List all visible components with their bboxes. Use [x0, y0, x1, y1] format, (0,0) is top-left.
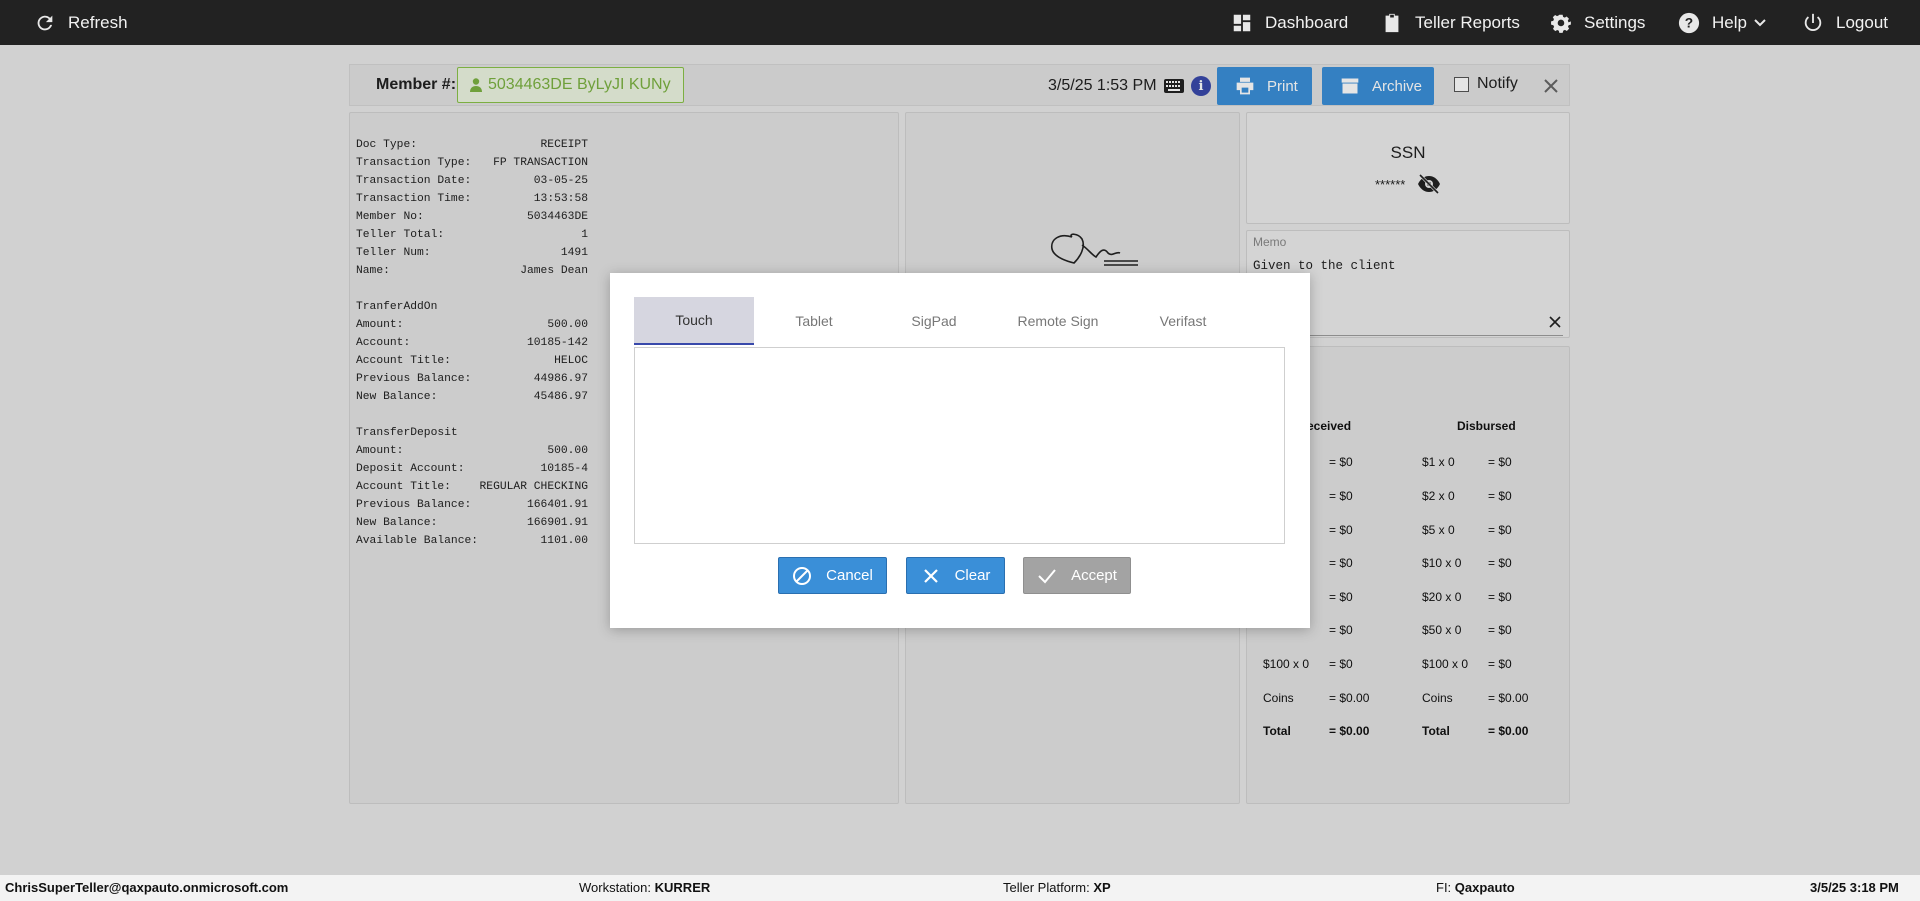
logout-nav[interactable]: Logout — [1802, 0, 1888, 45]
clipboard-icon — [1385, 13, 1399, 32]
refresh-icon — [37, 15, 53, 30]
footer-workstation: Workstation: KURRER — [579, 880, 710, 895]
help-icon: ? — [1678, 12, 1700, 33]
fi-value: Qaxpauto — [1454, 880, 1515, 895]
signature-dialog: Touch Tablet SigPad Remote Sign Verifast… — [610, 273, 1310, 628]
tab-touch[interactable]: Touch — [634, 297, 754, 345]
refresh-button[interactable]: Refresh — [34, 0, 128, 45]
tab-sigpad[interactable]: SigPad — [874, 297, 994, 345]
platform-value: XP — [1093, 880, 1111, 895]
footer-user: ChrisSuperTeller@qaxpauto.onmicrosoft.co… — [5, 880, 289, 895]
teller-reports-label: Teller Reports — [1415, 12, 1520, 32]
logout-label: Logout — [1836, 12, 1888, 32]
dashboard-icon — [1233, 14, 1251, 31]
teller-reports-nav[interactable]: Teller Reports — [1381, 0, 1520, 45]
dashboard-nav[interactable]: Dashboard — [1231, 0, 1348, 45]
gear-icon — [1551, 14, 1571, 33]
ban-icon — [793, 566, 812, 585]
workstation-value: KURRER — [654, 880, 711, 895]
top-nav-bar: Refresh Dashboard Teller Reports Setting… — [0, 0, 1920, 45]
refresh-label: Refresh — [68, 12, 128, 32]
power-icon — [1804, 13, 1822, 31]
accept-label: Accept — [1071, 567, 1117, 584]
x-icon — [923, 568, 938, 583]
tab-tablet[interactable]: Tablet — [754, 297, 874, 345]
workstation-label: Workstation: — [579, 880, 652, 895]
dashboard-label: Dashboard — [1265, 12, 1349, 32]
cancel-label: Cancel — [826, 567, 873, 584]
settings-label: Settings — [1584, 12, 1646, 32]
status-footer: ChrisSuperTeller@qaxpauto.onmicrosoft.co… — [0, 875, 1920, 901]
svg-text:?: ? — [1685, 15, 1693, 30]
settings-nav[interactable]: Settings — [1550, 0, 1645, 45]
platform-label: Teller Platform: — [1003, 880, 1090, 895]
accept-button[interactable]: Accept — [1023, 557, 1131, 594]
cancel-button[interactable]: Cancel — [778, 557, 887, 594]
clear-button[interactable]: Clear — [906, 557, 1005, 594]
help-nav[interactable]: ? Help — [1678, 0, 1767, 45]
fi-label: FI: — [1436, 880, 1452, 895]
clear-label: Clear — [954, 567, 991, 584]
help-label: Help — [1712, 12, 1747, 32]
footer-fi: FI: Qaxpauto — [1436, 880, 1515, 895]
check-icon — [1038, 568, 1056, 583]
chevron-down-icon — [1754, 18, 1766, 26]
tab-verifast[interactable]: Verifast — [1123, 297, 1243, 345]
tab-remote-sign[interactable]: Remote Sign — [998, 297, 1118, 345]
footer-datetime: 3/5/25 3:18 PM — [1810, 880, 1899, 895]
signature-pad-canvas[interactable] — [634, 347, 1285, 544]
footer-platform: Teller Platform: XP — [1003, 880, 1111, 895]
